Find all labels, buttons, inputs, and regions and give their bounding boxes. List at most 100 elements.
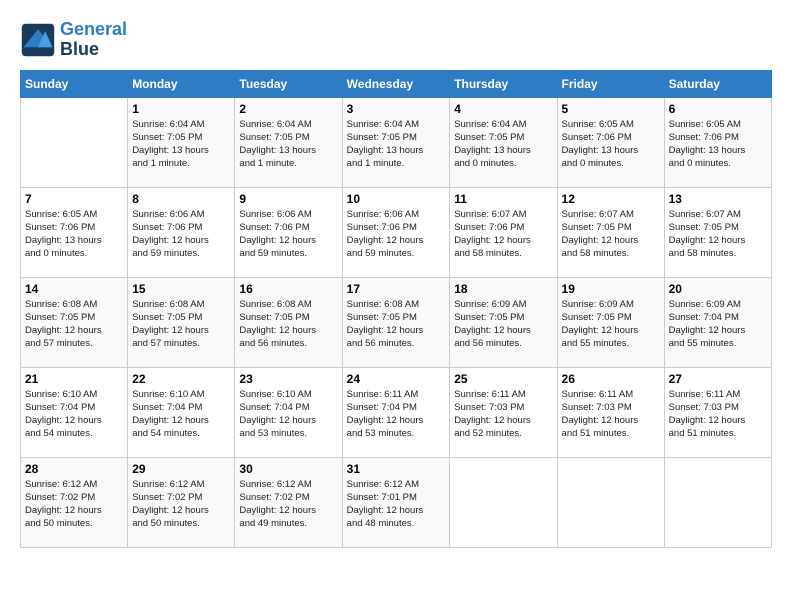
- day-number: 15: [132, 282, 230, 296]
- day-number: 18: [454, 282, 552, 296]
- calendar-week-row: 21 Sunrise: 6:10 AMSunset: 7:04 PMDayligh…: [21, 367, 772, 457]
- cell-info: Sunrise: 6:08 AMSunset: 7:05 PMDaylight:…: [132, 298, 230, 351]
- cell-info: Sunrise: 6:09 AMSunset: 7:04 PMDaylight:…: [669, 298, 767, 351]
- calendar-cell: 12Sunrise: 6:07 AMSunset: 7:05 PMDayligh…: [557, 187, 664, 277]
- day-number: 28: [25, 462, 123, 476]
- calendar-cell: 4Sunrise: 6:04 AMSunset: 7:05 PMDaylight…: [450, 97, 557, 187]
- calendar-header-row: SundayMondayTuesdayWednesdayThursdayFrid…: [21, 70, 772, 97]
- calendar-cell: 30 Sunrise: 6:12 AMSunset: 7:02 PMDayligh…: [235, 457, 342, 547]
- cell-info: Sunrise: 6:08 AMSunset: 7:05 PMDaylight:…: [25, 298, 123, 351]
- cell-info: Sunrise: 6:12 AMSunset: 7:01 PMDaylight:…: [347, 478, 446, 531]
- cell-info: Sunrise: 6:07 AMSunset: 7:05 PMDaylight:…: [669, 208, 767, 261]
- day-number: 20: [669, 282, 767, 296]
- calendar-cell: 15 Sunrise: 6:08 AMSunset: 7:05 PMDayligh…: [128, 277, 235, 367]
- cell-info: Sunrise: 6:11 AMSunset: 7:03 PMDaylight:…: [454, 388, 552, 441]
- calendar-cell: 31 Sunrise: 6:12 AMSunset: 7:01 PMDayligh…: [342, 457, 450, 547]
- calendar-cell: 9Sunrise: 6:06 AMSunset: 7:06 PMDaylight…: [235, 187, 342, 277]
- day-number: 11: [454, 192, 552, 206]
- day-number: 3: [347, 102, 446, 116]
- calendar-table: SundayMondayTuesdayWednesdayThursdayFrid…: [20, 70, 772, 548]
- logo-text: General Blue: [60, 20, 127, 60]
- cell-info: Sunrise: 6:08 AMSunset: 7:05 PMDaylight:…: [347, 298, 446, 351]
- day-number: 17: [347, 282, 446, 296]
- calendar-cell: 13Sunrise: 6:07 AMSunset: 7:05 PMDayligh…: [664, 187, 771, 277]
- calendar-cell: 7Sunrise: 6:05 AMSunset: 7:06 PMDaylight…: [21, 187, 128, 277]
- calendar-cell: 10 Sunrise: 6:06 AMSunset: 7:06 PMDayligh…: [342, 187, 450, 277]
- calendar-cell: 25 Sunrise: 6:11 AMSunset: 7:03 PMDayligh…: [450, 367, 557, 457]
- cell-info: Sunrise: 6:10 AMSunset: 7:04 PMDaylight:…: [132, 388, 230, 441]
- cell-info: Sunrise: 6:12 AMSunset: 7:02 PMDaylight:…: [239, 478, 337, 531]
- cell-info: Sunrise: 6:09 AMSunset: 7:05 PMDaylight:…: [454, 298, 552, 351]
- cell-info: Sunrise: 6:04 AMSunset: 7:05 PMDaylight:…: [454, 118, 552, 171]
- calendar-cell: 11 Sunrise: 6:07 AMSunset: 7:06 PMDayligh…: [450, 187, 557, 277]
- day-number: 19: [562, 282, 660, 296]
- cell-info: Sunrise: 6:11 AMSunset: 7:03 PMDaylight:…: [562, 388, 660, 441]
- cell-info: Sunrise: 6:12 AMSunset: 7:02 PMDaylight:…: [132, 478, 230, 531]
- calendar-cell: 3 Sunrise: 6:04 AMSunset: 7:05 PMDaylight…: [342, 97, 450, 187]
- calendar-week-row: 1 Sunrise: 6:04 AMSunset: 7:05 PMDaylight…: [21, 97, 772, 187]
- cell-info: Sunrise: 6:05 AMSunset: 7:06 PMDaylight:…: [562, 118, 660, 171]
- day-number: 9: [239, 192, 337, 206]
- column-header-tuesday: Tuesday: [235, 70, 342, 97]
- calendar-cell: [21, 97, 128, 187]
- page-header: General Blue: [20, 20, 772, 60]
- cell-info: Sunrise: 6:08 AMSunset: 7:05 PMDaylight:…: [239, 298, 337, 351]
- day-number: 24: [347, 372, 446, 386]
- column-header-sunday: Sunday: [21, 70, 128, 97]
- logo-icon: [20, 22, 56, 58]
- calendar-cell: 19 Sunrise: 6:09 AMSunset: 7:05 PMDayligh…: [557, 277, 664, 367]
- column-header-monday: Monday: [128, 70, 235, 97]
- cell-info: Sunrise: 6:10 AMSunset: 7:04 PMDaylight:…: [239, 388, 337, 441]
- cell-info: Sunrise: 6:11 AMSunset: 7:03 PMDaylight:…: [669, 388, 767, 441]
- column-header-wednesday: Wednesday: [342, 70, 450, 97]
- day-number: 5: [562, 102, 660, 116]
- cell-info: Sunrise: 6:10 AMSunset: 7:04 PMDaylight:…: [25, 388, 123, 441]
- cell-info: Sunrise: 6:12 AMSunset: 7:02 PMDaylight:…: [25, 478, 123, 531]
- day-number: 25: [454, 372, 552, 386]
- day-number: 7: [25, 192, 123, 206]
- cell-info: Sunrise: 6:05 AMSunset: 7:06 PMDaylight:…: [669, 118, 767, 171]
- calendar-cell: 21 Sunrise: 6:10 AMSunset: 7:04 PMDayligh…: [21, 367, 128, 457]
- calendar-cell: 22 Sunrise: 6:10 AMSunset: 7:04 PMDayligh…: [128, 367, 235, 457]
- day-number: 27: [669, 372, 767, 386]
- calendar-cell: 18 Sunrise: 6:09 AMSunset: 7:05 PMDayligh…: [450, 277, 557, 367]
- cell-info: Sunrise: 6:09 AMSunset: 7:05 PMDaylight:…: [562, 298, 660, 351]
- cell-info: Sunrise: 6:04 AMSunset: 7:05 PMDaylight:…: [132, 118, 230, 171]
- day-number: 12: [562, 192, 660, 206]
- day-number: 2: [239, 102, 337, 116]
- day-number: 31: [347, 462, 446, 476]
- day-number: 1: [132, 102, 230, 116]
- calendar-cell: 26Sunrise: 6:11 AMSunset: 7:03 PMDayligh…: [557, 367, 664, 457]
- calendar-cell: 8Sunrise: 6:06 AMSunset: 7:06 PMDaylight…: [128, 187, 235, 277]
- cell-info: Sunrise: 6:04 AMSunset: 7:05 PMDaylight:…: [347, 118, 446, 171]
- day-number: 22: [132, 372, 230, 386]
- calendar-cell: [664, 457, 771, 547]
- day-number: 30: [239, 462, 337, 476]
- calendar-cell: 28 Sunrise: 6:12 AMSunset: 7:02 PMDayligh…: [21, 457, 128, 547]
- calendar-cell: [450, 457, 557, 547]
- day-number: 29: [132, 462, 230, 476]
- cell-info: Sunrise: 6:07 AMSunset: 7:06 PMDaylight:…: [454, 208, 552, 261]
- day-number: 21: [25, 372, 123, 386]
- calendar-cell: 5 Sunrise: 6:05 AMSunset: 7:06 PMDaylight…: [557, 97, 664, 187]
- column-header-thursday: Thursday: [450, 70, 557, 97]
- calendar-cell: 20 Sunrise: 6:09 AMSunset: 7:04 PMDayligh…: [664, 277, 771, 367]
- day-number: 16: [239, 282, 337, 296]
- day-number: 6: [669, 102, 767, 116]
- day-number: 10: [347, 192, 446, 206]
- calendar-cell: 6 Sunrise: 6:05 AMSunset: 7:06 PMDaylight…: [664, 97, 771, 187]
- cell-info: Sunrise: 6:04 AMSunset: 7:05 PMDaylight:…: [239, 118, 337, 171]
- day-number: 23: [239, 372, 337, 386]
- column-header-friday: Friday: [557, 70, 664, 97]
- calendar-cell: 23 Sunrise: 6:10 AMSunset: 7:04 PMDayligh…: [235, 367, 342, 457]
- logo: General Blue: [20, 20, 127, 60]
- column-header-saturday: Saturday: [664, 70, 771, 97]
- calendar-cell: 17 Sunrise: 6:08 AMSunset: 7:05 PMDayligh…: [342, 277, 450, 367]
- cell-info: Sunrise: 6:06 AMSunset: 7:06 PMDaylight:…: [347, 208, 446, 261]
- calendar-week-row: 7Sunrise: 6:05 AMSunset: 7:06 PMDaylight…: [21, 187, 772, 277]
- calendar-cell: 1 Sunrise: 6:04 AMSunset: 7:05 PMDaylight…: [128, 97, 235, 187]
- day-number: 14: [25, 282, 123, 296]
- calendar-cell: 16 Sunrise: 6:08 AMSunset: 7:05 PMDayligh…: [235, 277, 342, 367]
- calendar-cell: 27 Sunrise: 6:11 AMSunset: 7:03 PMDayligh…: [664, 367, 771, 457]
- day-number: 8: [132, 192, 230, 206]
